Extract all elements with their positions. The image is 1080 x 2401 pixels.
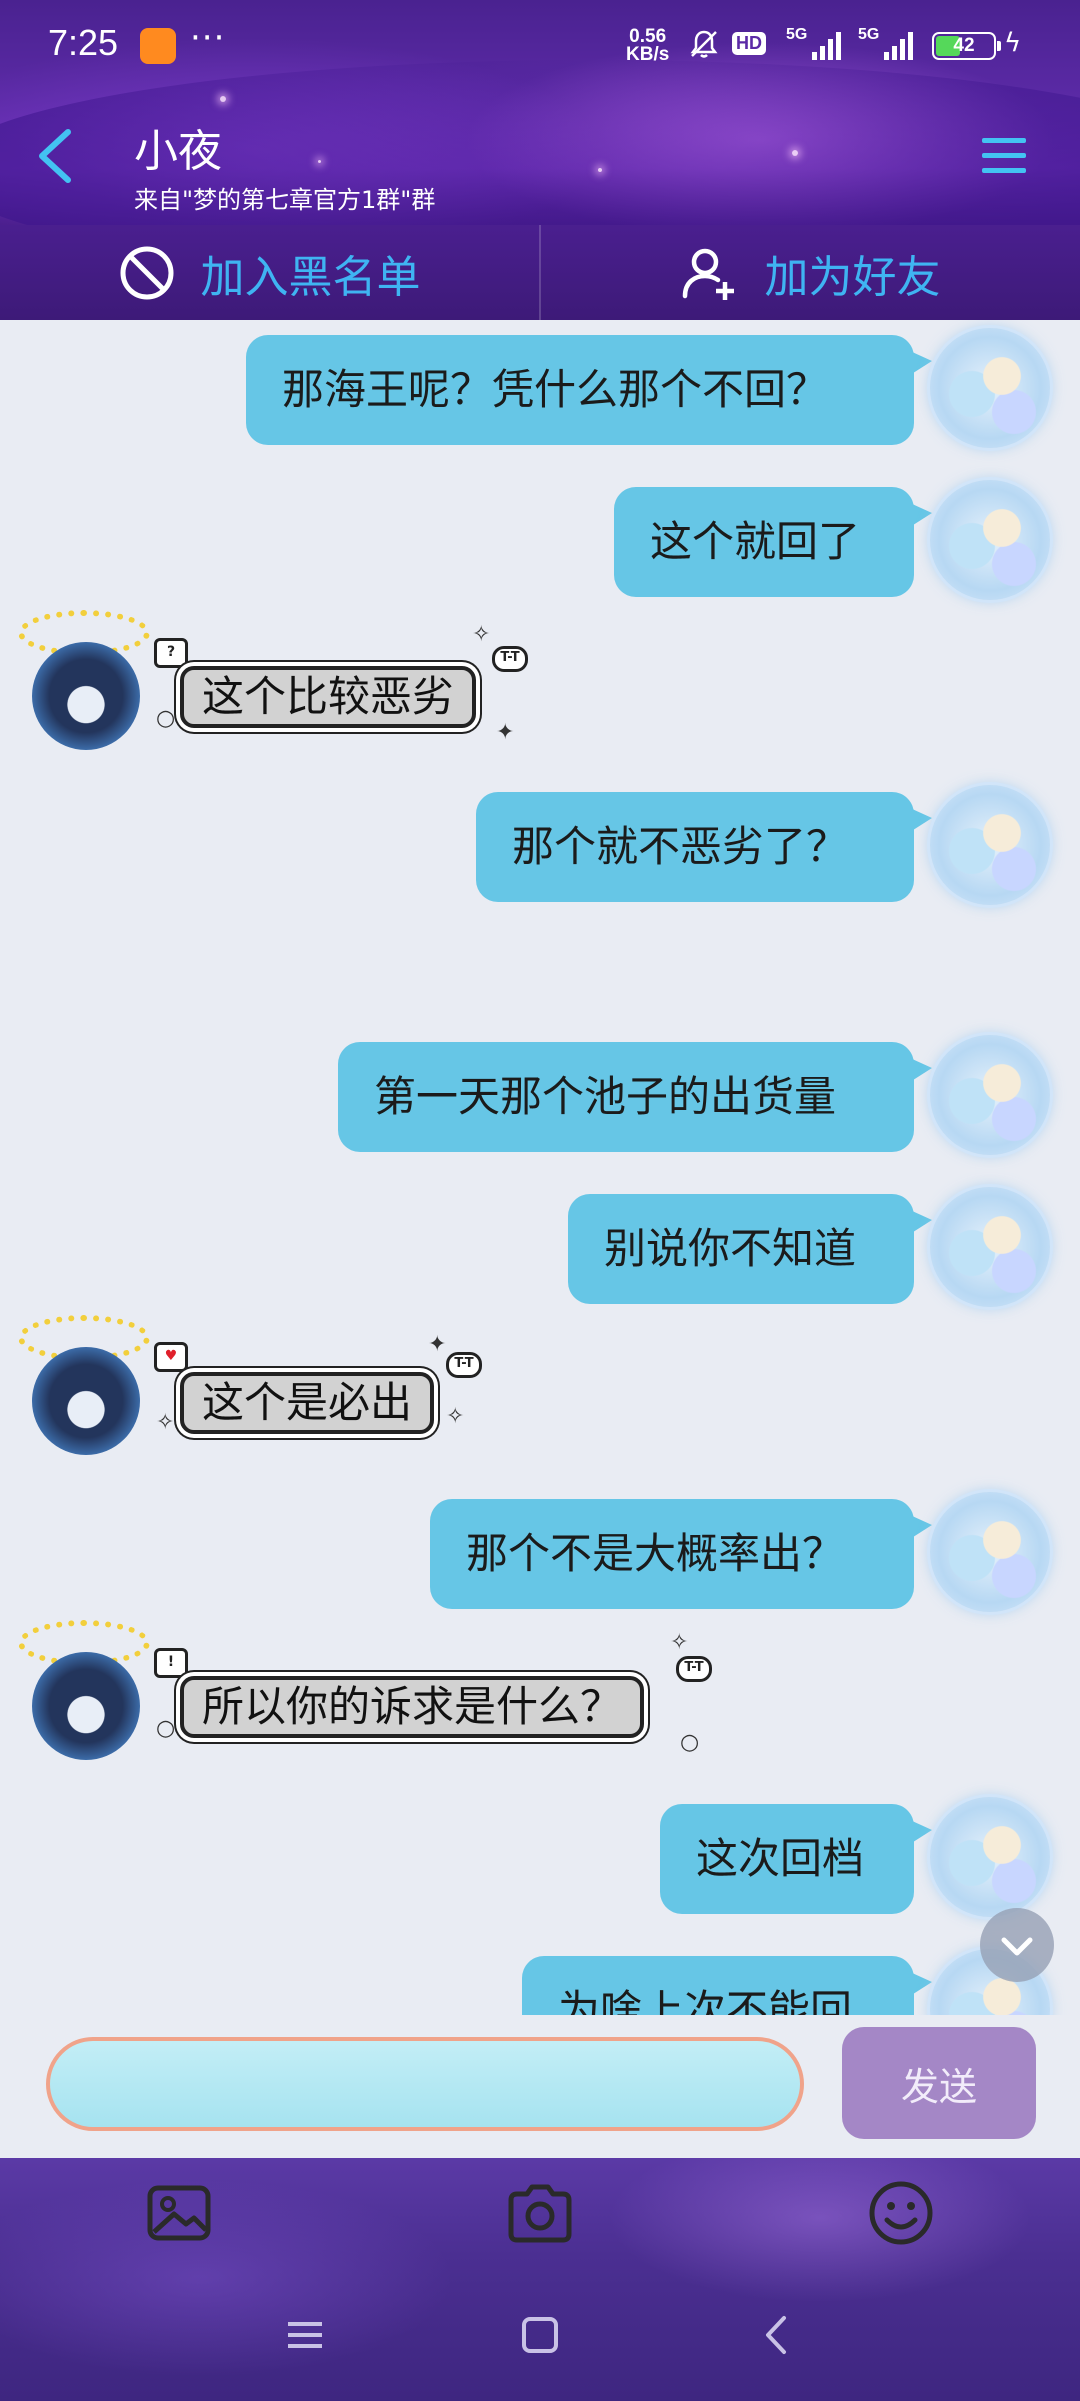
battery-nub <box>997 41 1001 51</box>
add-friend-label: 加为好友 <box>764 251 941 303</box>
more-notifications-icon: ··· <box>190 18 226 58</box>
chat-message-list[interactable]: 那海王呢？凭什么那个不回？ 这个就回了 ? 这个比较恶劣 T-T ✧ ✦ ○ 那… <box>0 320 1080 2015</box>
sparkle-decoration: ✧ <box>156 1410 175 1435</box>
bubble-decoration: T-T <box>676 1656 712 1682</box>
sparkle-decoration: ✦ <box>428 1332 447 1357</box>
battery-percent: 42 <box>953 35 975 56</box>
status-time: 7:25 <box>48 22 119 63</box>
my-avatar[interactable] <box>930 328 1050 448</box>
sim2-network-type: 5G <box>858 26 880 43</box>
sparkle-decoration: ○ <box>156 706 176 731</box>
sparkle-decoration: ○ <box>680 1730 700 1755</box>
header: 7:25 ··· 0.56 KB/s HD 5G 5G 42 ϟ 小夜 来自"梦… <box>0 0 1080 225</box>
hd-label: HD <box>736 33 762 53</box>
add-user-icon <box>682 248 734 300</box>
user-avatar[interactable] <box>32 1347 140 1455</box>
heart-decoration: ♥ <box>154 1342 188 1372</box>
message-bubble-outgoing[interactable]: 那个就不恶劣了？ <box>476 792 932 902</box>
my-avatar[interactable] <box>930 480 1050 600</box>
user-avatar[interactable] <box>32 1652 140 1760</box>
message-bubble-outgoing[interactable]: 第一天那个池子的出货量 <box>338 1042 932 1152</box>
menu-icon[interactable] <box>980 134 1028 178</box>
user-avatar[interactable] <box>32 642 140 750</box>
chevron-down-icon <box>1001 1937 1033 1956</box>
exclamation-decoration: ! <box>154 1648 188 1678</box>
sparkle-decoration: ✧ <box>446 1404 465 1429</box>
home-icon[interactable] <box>515 2310 565 2360</box>
bubble-decoration: T-T <box>492 646 528 672</box>
status-bar: 7:25 ··· 0.56 KB/s HD 5G 5G 42 ϟ <box>0 0 1080 90</box>
message-bubble-outgoing[interactable]: 这个就回了 <box>614 487 932 597</box>
message-bubble-incoming[interactable]: 这个比较恶劣 <box>180 666 477 728</box>
scroll-to-bottom-button[interactable] <box>980 1908 1054 1982</box>
profile-action-bar: 加入黑名单 加为好友 <box>0 225 1080 320</box>
emoji-icon[interactable] <box>866 2178 936 2248</box>
my-avatar[interactable] <box>930 785 1050 905</box>
sim1-network-type: 5G <box>786 26 808 43</box>
signal-sim2-icon: 5G <box>858 26 920 66</box>
my-avatar[interactable] <box>930 1797 1050 1917</box>
message-bubble-outgoing[interactable]: 这次回档 <box>660 1804 932 1914</box>
add-to-blacklist-label: 加入黑名单 <box>200 251 421 303</box>
decor-sparkle <box>792 150 798 156</box>
decor-sparkle <box>220 96 226 102</box>
sparkle-decoration: ○ <box>156 1716 176 1741</box>
bell-muted-icon <box>690 30 718 58</box>
message-bubble-incoming[interactable]: 这个是必出 <box>180 1372 435 1434</box>
back-arrow-icon[interactable] <box>34 126 78 186</box>
page-subtitle: 来自"梦的第七章官方1群"群 <box>134 186 436 214</box>
signal-sim1-icon: 5G <box>786 26 848 66</box>
message-bubble-outgoing[interactable]: 为啥上次不能回 <box>522 1956 932 2015</box>
my-avatar[interactable] <box>930 1035 1050 1155</box>
message-bubble-outgoing[interactable]: 那海王呢？凭什么那个不回？ <box>246 335 932 445</box>
app-notification-icon <box>140 28 176 64</box>
network-speed-unit: KB/s <box>626 44 670 65</box>
send-button[interactable]: 发送 <box>842 2027 1036 2139</box>
image-icon[interactable] <box>144 2178 214 2248</box>
add-friend-button[interactable]: 加为好友 <box>541 225 1080 320</box>
sparkle-decoration: ✧ <box>472 622 491 647</box>
message-input-bar: 发送 <box>0 2015 1080 2158</box>
recent-apps-icon[interactable] <box>280 2310 330 2360</box>
back-nav-icon[interactable] <box>752 2310 802 2360</box>
decor-sparkle <box>318 160 321 163</box>
block-icon <box>120 246 173 299</box>
network-speed: 0.56 KB/s <box>626 27 670 65</box>
my-avatar[interactable] <box>930 1492 1050 1612</box>
hd-voice-badge: HD <box>732 32 766 55</box>
sparkle-decoration: ✦ <box>496 720 515 745</box>
bubble-decoration: T-T <box>446 1352 482 1378</box>
decor-sparkle <box>598 168 602 172</box>
page-title: 小夜 <box>134 126 222 177</box>
sparkle-decoration: ✧ <box>670 1630 689 1655</box>
message-bubble-outgoing[interactable]: 那个不是大概率出？ <box>430 1499 932 1609</box>
bubble-decoration: ? <box>154 638 188 668</box>
message-input[interactable] <box>46 2037 804 2131</box>
add-to-blacklist-button[interactable]: 加入黑名单 <box>0 225 539 320</box>
message-bubble-outgoing[interactable]: 别说你不知道 <box>568 1194 932 1304</box>
battery-icon: 42 <box>932 32 1001 60</box>
camera-icon[interactable] <box>505 2178 575 2248</box>
my-avatar[interactable] <box>930 1187 1050 1307</box>
charging-icon: ϟ <box>1004 28 1022 58</box>
message-bubble-incoming[interactable]: 所以你的诉求是什么？ <box>180 1676 645 1738</box>
